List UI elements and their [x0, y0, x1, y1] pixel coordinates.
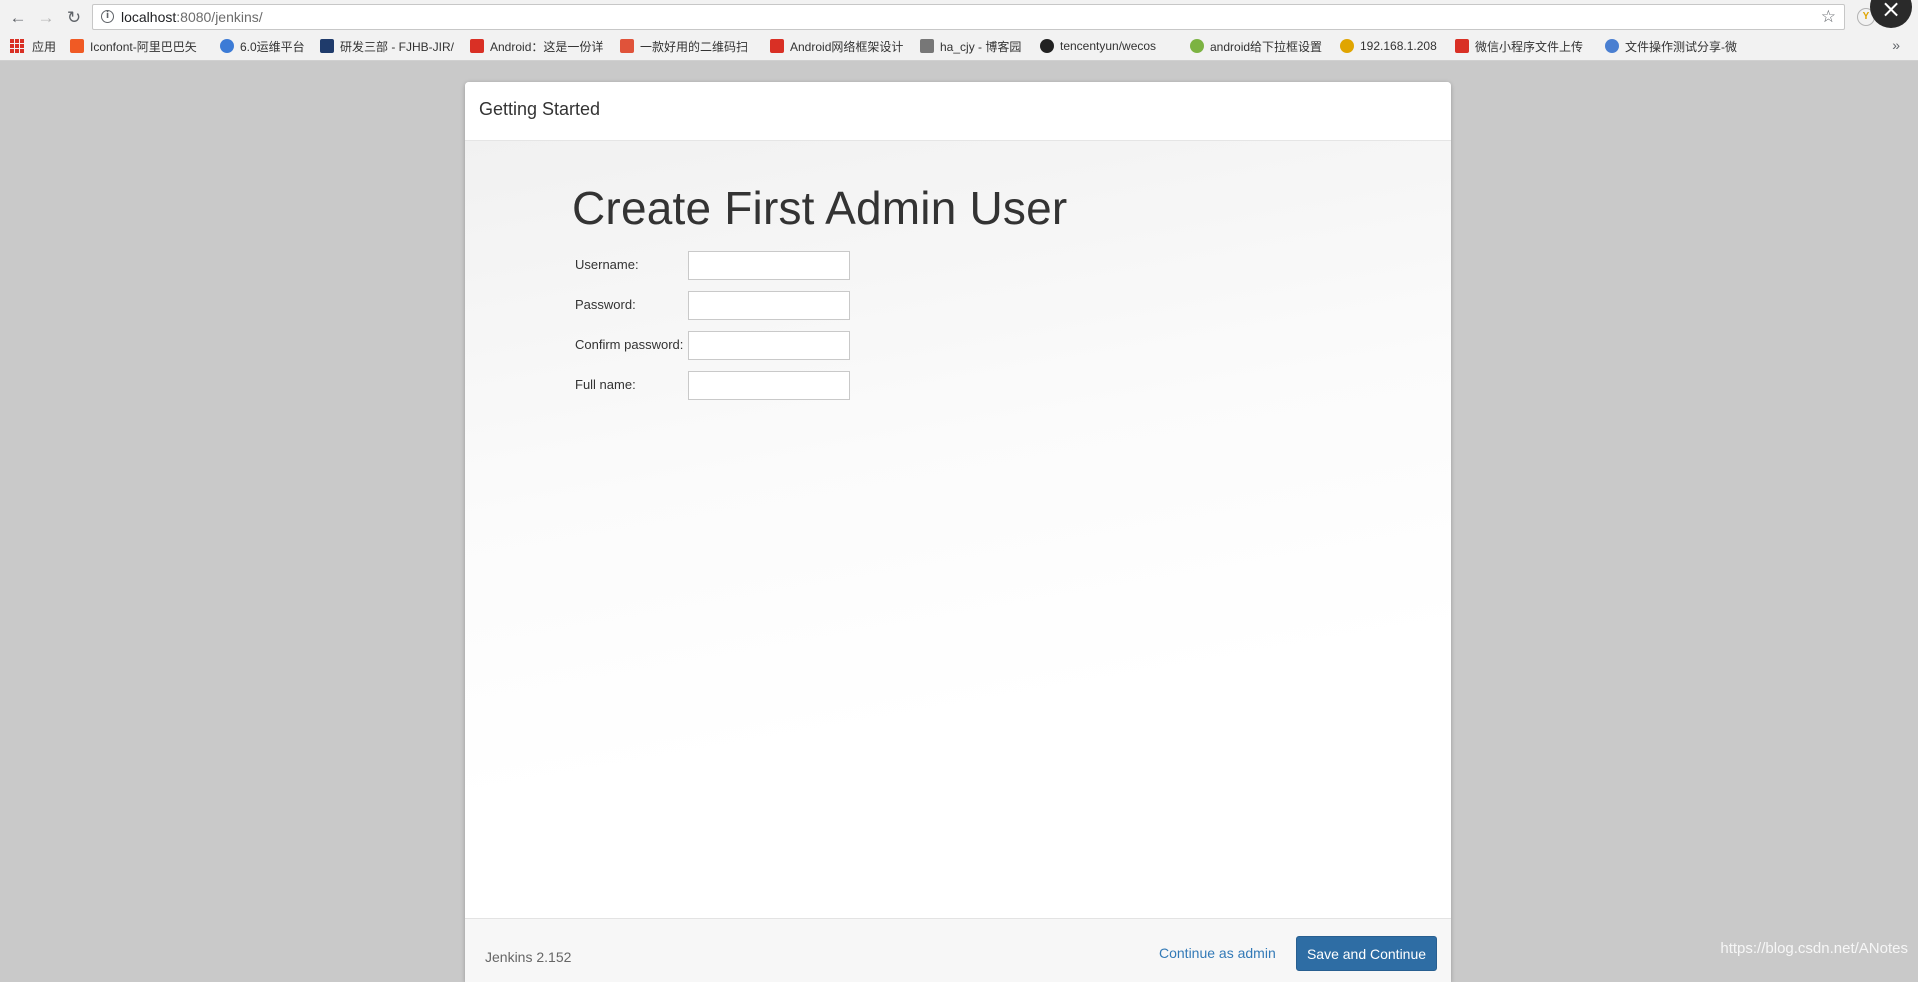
bookmark-item[interactable]: Android：这是一份详 [470, 37, 610, 55]
full-name-label: Full name: [575, 377, 636, 392]
reload-icon[interactable]: ↻ [64, 8, 84, 28]
bookmark-star-icon[interactable]: ☆ [1821, 7, 1836, 27]
csdn-favicon-icon [470, 39, 484, 53]
share-favicon-icon [1605, 39, 1619, 53]
dialog-title: Getting Started [479, 99, 601, 119]
watermark-text: https://blog.csdn.net/ANotes [1720, 940, 1908, 957]
username-label: Username: [575, 257, 639, 272]
cnblogs-favicon-icon [920, 39, 934, 53]
bookmark-apps[interactable]: 应用 [10, 37, 70, 55]
yandex-favicon-icon [1340, 39, 1354, 53]
password-label: Password: [575, 297, 636, 312]
bookmark-label: tencentyun/wecos [1060, 39, 1157, 53]
bookmark-item[interactable]: ha_cjy - 博客园 [920, 37, 1030, 55]
page-title: Create First Admin User [572, 182, 1068, 234]
bookmarks-overflow-icon[interactable]: » [1892, 37, 1900, 53]
address-url: localhost:8080/jenkins/ [121, 9, 263, 25]
apps-grid-icon [10, 39, 24, 53]
version-label: Jenkins 2.152 [485, 949, 572, 965]
bookmark-item[interactable]: 192.168.1.208 [1340, 37, 1450, 55]
bookmark-item[interactable]: 研发三部 - FJHB-JIR/ [320, 37, 460, 55]
bookmark-label: 研发三部 - FJHB-JIR/ [340, 39, 454, 54]
url-path: :8080/jenkins/ [176, 9, 263, 25]
bookmark-label: 文件操作测试分享-微 [1625, 39, 1737, 54]
bookmark-label: android给下拉框设置 [1210, 39, 1323, 54]
github-favicon-icon [1040, 39, 1054, 53]
setup-dialog: Getting Started Create First Admin User … [465, 82, 1451, 982]
full-name-input[interactable] [688, 371, 850, 400]
bookmark-label: Android：这是一份详 [490, 39, 604, 54]
confirm-password-input[interactable] [688, 331, 850, 360]
continue-as-admin-link[interactable]: Continue as admin [1159, 945, 1276, 961]
confirm-password-label: Confirm password: [575, 337, 684, 352]
jira-favicon-icon [320, 39, 334, 53]
bookmark-label: 微信小程序文件上传 [1475, 39, 1584, 54]
dialog-header: Getting Started [465, 82, 1451, 141]
csdn-favicon-icon [1455, 39, 1469, 53]
bookmark-item[interactable]: Iconfont-阿里巴巴矢 [70, 37, 210, 55]
forward-arrow-icon[interactable]: → [36, 8, 56, 28]
bookmark-label: 应用 [32, 39, 57, 54]
bookmark-label: 6.0运维平台 [240, 39, 305, 54]
back-arrow-icon[interactable]: ← [8, 8, 28, 28]
browser-toolbar: ← → ↻ i localhost:8080/jenkins/ ☆ Y ⋮ × … [0, 0, 1918, 61]
bookmark-label: Android网络框架设计 [790, 39, 904, 54]
gear-favicon-icon [220, 39, 234, 53]
bookmark-label: 192.168.1.208 [1360, 39, 1437, 53]
bookmark-item[interactable]: 6.0运维平台 [220, 37, 320, 55]
bookmark-label: Iconfont-阿里巴巴矢 [90, 39, 197, 54]
csdn-favicon-icon [770, 39, 784, 53]
bookmarks-bar: 应用 Iconfont-阿里巴巴矢 6.0运维平台 研发三部 - FJHB-JI… [0, 34, 1918, 58]
bookmark-label: ha_cjy - 博客园 [940, 39, 1022, 54]
url-host: localhost [121, 9, 177, 25]
bookmark-label: 一款好用的二维码扫 [640, 39, 749, 54]
bookmark-item[interactable]: Android网络框架设计 [770, 37, 910, 55]
username-input[interactable] [688, 251, 850, 280]
site-info-icon[interactable]: i [101, 10, 114, 23]
bookmark-item[interactable]: 文件操作测试分享-微 [1605, 37, 1745, 55]
jianshu-favicon-icon [620, 39, 634, 53]
dialog-footer: Jenkins 2.152 Continue as admin Save and… [465, 918, 1451, 982]
bookmark-item[interactable]: 微信小程序文件上传 [1455, 37, 1595, 55]
save-and-continue-button[interactable]: Save and Continue [1296, 936, 1437, 971]
android-favicon-icon [1190, 39, 1204, 53]
iconfont-favicon-icon [70, 39, 84, 53]
bookmark-item[interactable]: 一款好用的二维码扫 [620, 37, 760, 55]
dialog-body: Create First Admin User Username: Passwo… [465, 141, 1451, 921]
password-input[interactable] [688, 291, 850, 320]
bookmark-item[interactable]: tencentyun/wecos [1040, 37, 1180, 55]
bookmark-item[interactable]: android给下拉框设置 [1190, 37, 1330, 55]
address-bar[interactable]: i localhost:8080/jenkins/ ☆ [92, 4, 1845, 30]
